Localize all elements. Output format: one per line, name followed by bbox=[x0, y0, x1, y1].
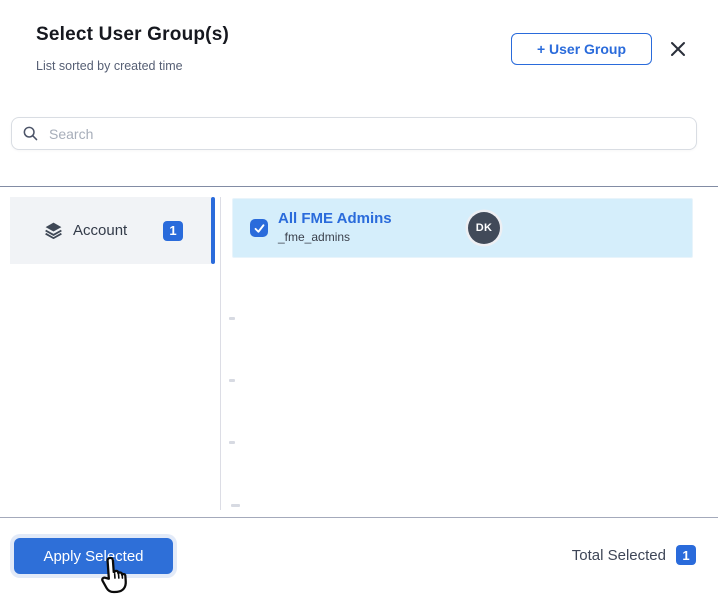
sidebar-item-account[interactable]: Account 1 bbox=[10, 197, 211, 264]
account-count-badge: 1 bbox=[163, 220, 183, 241]
apply-selected-label: Apply Selected bbox=[43, 547, 144, 565]
list-placeholder-dot bbox=[229, 379, 235, 382]
page-title: Select User Group(s) bbox=[36, 24, 229, 45]
group-name: All FME Admins bbox=[278, 210, 392, 227]
user-group-row[interactable]: All FME Admins _fme_admins DK bbox=[232, 198, 693, 258]
select-user-group-dialog: Select User Group(s) List sorted by crea… bbox=[0, 0, 718, 594]
list-placeholder-dot bbox=[229, 317, 235, 320]
list-placeholder-dot bbox=[229, 441, 235, 444]
group-checkbox-checked[interactable] bbox=[250, 219, 268, 237]
search-input[interactable] bbox=[47, 124, 686, 143]
avatar: DK bbox=[468, 212, 500, 244]
group-code: _fme_admins bbox=[278, 230, 351, 244]
close-button[interactable] bbox=[666, 38, 690, 62]
add-user-group-button[interactable]: + User Group bbox=[511, 33, 652, 65]
total-selected-group: Total Selected 1 bbox=[572, 545, 696, 565]
close-icon bbox=[669, 40, 687, 61]
add-user-group-label: + User Group bbox=[536, 41, 627, 57]
sidebar-item-label: Account bbox=[73, 222, 128, 239]
footer-separator bbox=[0, 517, 718, 518]
list-placeholder-dot bbox=[231, 504, 240, 507]
layers-icon bbox=[43, 220, 64, 241]
header-separator bbox=[0, 186, 718, 187]
sidebar-active-indicator bbox=[211, 197, 215, 264]
sort-hint-text: List sorted by created time bbox=[36, 59, 183, 73]
total-selected-badge: 1 bbox=[676, 545, 696, 565]
search-box[interactable] bbox=[11, 117, 697, 150]
total-selected-label: Total Selected bbox=[571, 546, 666, 564]
apply-selected-button[interactable]: Apply Selected bbox=[14, 538, 173, 574]
panel-divider bbox=[220, 197, 221, 510]
search-icon bbox=[22, 125, 39, 142]
